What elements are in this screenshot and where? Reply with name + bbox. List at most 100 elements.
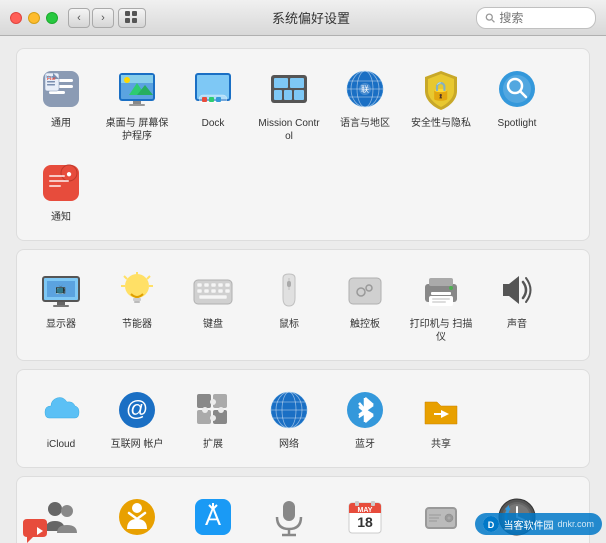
svg-text:🔒: 🔒: [430, 81, 452, 101]
nav-buttons: ‹ ›: [68, 8, 114, 28]
search-icon: [485, 12, 495, 24]
sharing-label: 共享: [431, 438, 451, 451]
network-label: 网络: [279, 438, 299, 451]
pref-users[interactable]: 用户与群组: [25, 487, 97, 543]
pref-dock[interactable]: Dock: [177, 59, 249, 136]
desktop-label: 桌面与 屏幕保护程序: [105, 117, 169, 143]
desktop-icon: [113, 65, 161, 113]
pref-internet-accounts[interactable]: @ 互联网 帐户: [101, 380, 173, 457]
dictation-icon: [265, 493, 313, 541]
datetime-icon: MAY 18: [341, 493, 389, 541]
bluetooth-icon: [341, 386, 389, 434]
pref-energy[interactable]: 节能器: [101, 260, 173, 337]
traffic-lights: [10, 12, 58, 24]
pref-sharing[interactable]: 共享: [405, 380, 477, 457]
forward-button[interactable]: ›: [92, 8, 114, 28]
pref-bluetooth[interactable]: 蓝牙: [329, 380, 401, 457]
pref-notifications[interactable]: ● 通知: [25, 153, 97, 230]
general-label: 通用: [51, 117, 71, 130]
internet-section: iCloud @ 互联网 帐户: [16, 369, 590, 468]
pref-language[interactable]: 联 语言与地区: [329, 59, 401, 136]
parental-icon: [113, 493, 161, 541]
language-icon: 联: [341, 65, 389, 113]
pref-keyboard[interactable]: 键盘: [177, 260, 249, 337]
security-icon: 🔒: [417, 65, 465, 113]
users-icon: [37, 493, 85, 541]
spotlight-icon: [493, 65, 541, 113]
dock-icon: [189, 65, 237, 113]
pref-mission-control[interactable]: Mission Control: [253, 59, 325, 149]
pref-extensions[interactable]: 扩展: [177, 380, 249, 457]
hardware-section: 📺 显示器: [16, 249, 590, 361]
pref-mouse[interactable]: 鼠标: [253, 260, 325, 337]
trackpad-label: 触控板: [350, 318, 380, 331]
startup-icon: [417, 493, 465, 541]
extensions-icon: [189, 386, 237, 434]
window-title: 系统偏好设置: [146, 8, 476, 27]
svg-text:New: New: [46, 74, 54, 79]
watermark-text: 当客软件园: [503, 517, 553, 532]
back-button[interactable]: ‹: [68, 8, 90, 28]
personal-section: File New 通用: [16, 48, 590, 241]
internet-accounts-label: 互联网 帐户: [111, 438, 164, 451]
search-input[interactable]: [499, 11, 587, 25]
language-label: 语言与地区: [340, 117, 390, 130]
energy-icon: [113, 266, 161, 314]
pref-icloud[interactable]: iCloud: [25, 380, 97, 457]
pref-general[interactable]: File New 通用: [25, 59, 97, 136]
close-button[interactable]: [10, 12, 22, 24]
grid-button[interactable]: [118, 8, 146, 28]
svg-text:18: 18: [357, 514, 373, 530]
extensions-label: 扩展: [203, 438, 223, 451]
keyboard-label: 键盘: [203, 318, 223, 331]
pref-parental[interactable]: 家长控制: [101, 487, 173, 543]
sound-label: 声音: [507, 318, 527, 331]
internet-accounts-icon: @: [113, 386, 161, 434]
pref-appstore[interactable]: A App Store: [177, 487, 249, 543]
trackpad-icon: [341, 266, 389, 314]
svg-text:@: @: [126, 396, 148, 421]
pref-datetime[interactable]: MAY 18 日期与时间: [329, 487, 401, 543]
search-bar[interactable]: [476, 7, 596, 29]
internet-grid: iCloud @ 互联网 帐户: [25, 380, 581, 457]
watermark-logo: D: [483, 516, 499, 532]
mission-control-icon: [265, 65, 313, 113]
pref-dictation[interactable]: 听写与语音: [253, 487, 325, 543]
pref-startup[interactable]: 启动磁盘: [405, 487, 477, 543]
maximize-button[interactable]: [46, 12, 58, 24]
network-icon: [265, 386, 313, 434]
appstore-icon: A: [189, 493, 237, 541]
svg-text:MAY: MAY: [358, 507, 373, 514]
svg-text:D: D: [488, 520, 495, 530]
icloud-label: iCloud: [47, 438, 75, 451]
pref-spotlight[interactable]: Spotlight: [481, 59, 553, 136]
mission-control-label: Mission Control: [257, 117, 321, 143]
printer-icon: [417, 266, 465, 314]
displays-icon: 📺: [37, 266, 85, 314]
main-content: File New 通用: [0, 36, 606, 543]
spotlight-label: Spotlight: [498, 117, 537, 130]
pref-desktop[interactable]: 桌面与 屏幕保护程序: [101, 59, 173, 149]
pref-displays[interactable]: 📺 显示器: [25, 260, 97, 337]
pref-trackpad[interactable]: 触控板: [329, 260, 401, 337]
pref-printer[interactable]: 打印机与 扫描仪: [405, 260, 477, 350]
keyboard-icon: [189, 266, 237, 314]
svg-text:●: ●: [66, 169, 72, 180]
icloud-icon: [37, 386, 85, 434]
watermark-subtext: dnkr.com: [557, 519, 594, 529]
pref-sound[interactable]: 声音: [481, 260, 553, 337]
security-label: 安全性与隐私: [411, 117, 471, 130]
mouse-icon: [265, 266, 313, 314]
displays-label: 显示器: [46, 318, 76, 331]
watermark: D 当客软件园 dnkr.com: [475, 513, 602, 535]
general-icon: File New: [37, 65, 85, 113]
mouse-label: 鼠标: [279, 318, 299, 331]
pref-security[interactable]: 🔒 安全性与隐私: [405, 59, 477, 136]
personal-grid: File New 通用: [25, 59, 581, 230]
notifications-label: 通知: [51, 211, 71, 224]
minimize-button[interactable]: [28, 12, 40, 24]
energy-label: 节能器: [122, 318, 152, 331]
titlebar: ‹ › 系统偏好设置: [0, 0, 606, 36]
pref-network[interactable]: 网络: [253, 380, 325, 457]
notifications-icon: ●: [37, 159, 85, 207]
